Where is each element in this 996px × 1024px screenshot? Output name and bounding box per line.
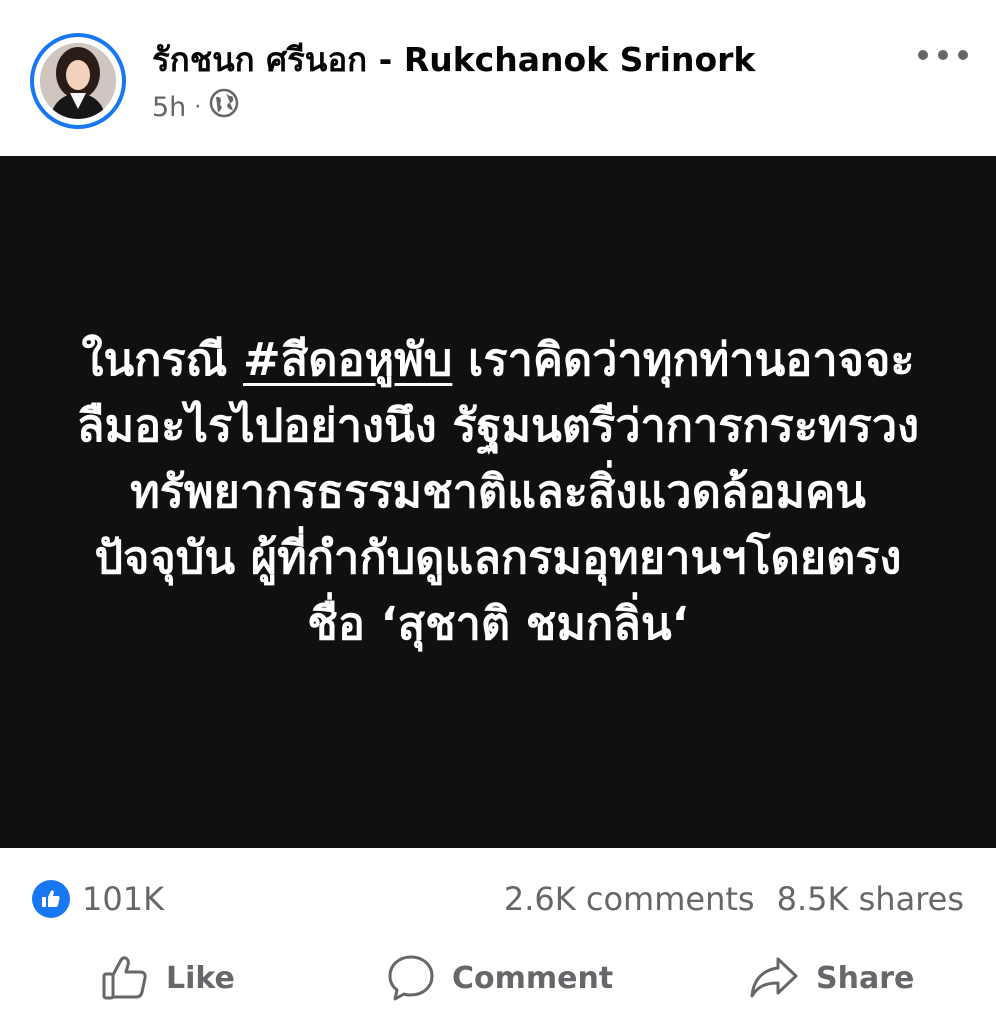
comment-label: Comment [452,960,614,996]
share-arrow-icon [750,957,798,998]
like-label: Like [166,960,235,996]
post-meta: 5h · [152,88,239,127]
author-name[interactable]: รักชนก ศรีนอก - Rukchanok Srinork [152,38,755,82]
post-image[interactable]: ในกรณี #สีดอหูพับ เราคิดว่าทุกท่านอาจจะล… [0,156,996,848]
avatar[interactable] [30,33,126,129]
comment-button[interactable]: Comment [386,948,613,1008]
share-label: Share [816,960,915,996]
share-count[interactable]: 8.5K shares [777,880,964,918]
hashtag: #สีดอหูพับ [243,333,453,386]
like-reaction-icon[interactable] [32,880,70,918]
share-button[interactable]: Share [748,948,914,1008]
ellipsis-icon[interactable] [918,38,968,72]
post-stats: 101K 2.6K comments 8.5K shares [0,866,996,930]
like-button[interactable]: Like [100,948,235,1008]
thumbs-up-icon [102,956,147,1000]
image-text-intro: ในกรณี [81,333,244,386]
post-header: รักชนก ศรีนอก - Rukchanok Srinork 5h · [0,0,996,156]
globe-icon [209,88,239,127]
action-bar: Like Comment Share [0,940,996,1016]
reaction-count[interactable]: 101K [82,878,164,920]
avatar-photo [40,43,116,119]
comment-bubble-icon [388,955,434,1001]
meta-separator: · [194,94,202,120]
post-time[interactable]: 5h [152,91,186,125]
engagement-counts: 2.6K comments 8.5K shares [504,878,964,920]
comment-count[interactable]: 2.6K comments [504,880,755,918]
image-text: ในกรณี #สีดอหูพับ เราคิดว่าทุกท่านอาจจะล… [73,327,923,657]
